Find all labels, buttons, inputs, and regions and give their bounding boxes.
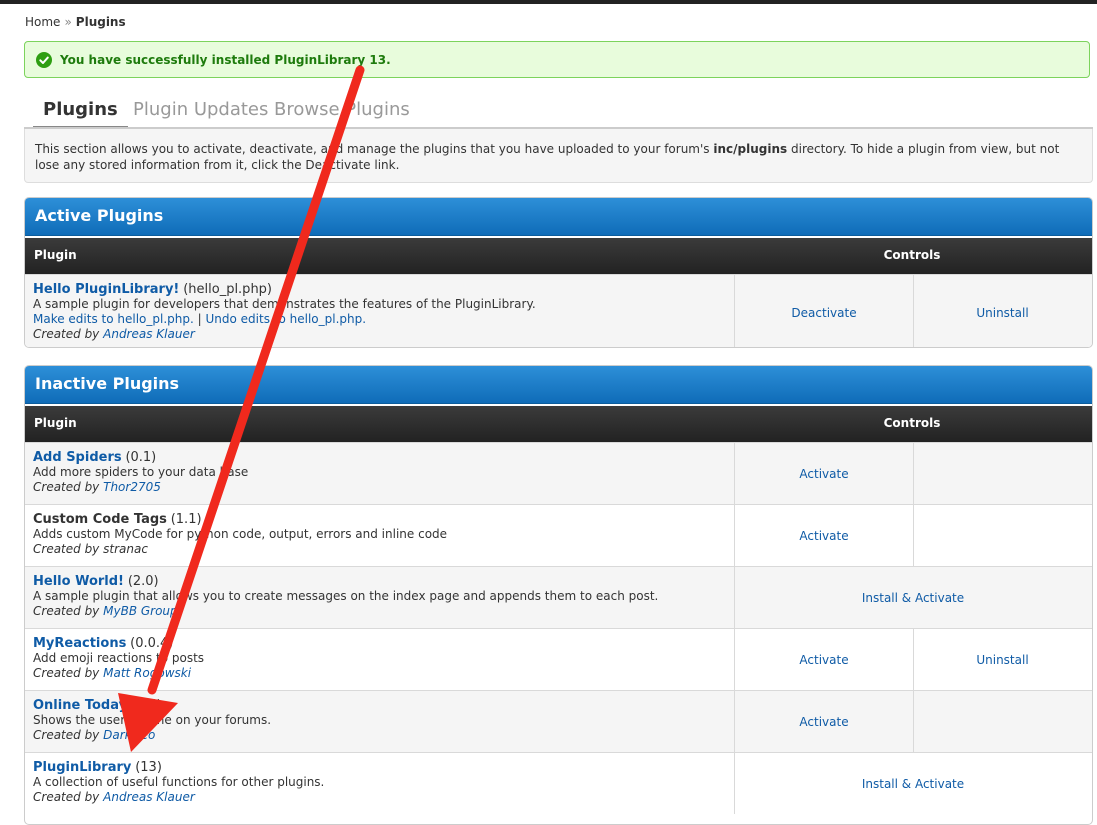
breadcrumb-separator: »: [64, 15, 72, 29]
activate-button[interactable]: Activate: [734, 629, 913, 690]
activate-button[interactable]: Activate: [734, 443, 913, 504]
plugin-row-hello-world: Hello World! (2.0) A sample plugin that …: [25, 566, 1092, 628]
undo-edits-link[interactable]: Undo edits to hello_pl.php.: [206, 312, 367, 326]
plugin-description: A collection of useful functions for oth…: [33, 775, 325, 789]
column-controls: Controls: [883, 248, 941, 262]
inactive-plugins-title: Inactive Plugins: [25, 366, 1092, 404]
empty-control-cell: [913, 505, 1091, 566]
deactivate-button[interactable]: Deactivate: [734, 275, 913, 347]
plugin-version: (13): [135, 760, 162, 775]
activate-button[interactable]: Activate: [734, 691, 913, 752]
plugin-row-pluginlibrary: PluginLibrary (13) A collection of usefu…: [25, 752, 1092, 814]
plugin-row-myreactions: MyReactions (0.0.4) Add emoji reactions …: [25, 628, 1092, 690]
column-controls: Controls: [883, 416, 941, 430]
empty-control-cell: [913, 691, 1091, 752]
install-activate-button[interactable]: Install & Activate: [734, 753, 1091, 814]
check-circle-icon: [36, 51, 52, 68]
breadcrumb-home-link[interactable]: Home: [25, 15, 60, 29]
plugin-row-online-today: Online Today (2.5) Shows the users onlin…: [25, 690, 1092, 752]
plugin-name-link[interactable]: Hello PluginLibrary!: [33, 282, 179, 297]
plugin-description: Add more spiders to your data base: [33, 465, 249, 479]
intro-description: This section allows you to activate, dea…: [24, 129, 1093, 183]
created-by-label: Created by: [33, 666, 100, 680]
author-link[interactable]: MyBB Group: [103, 604, 178, 618]
column-plugin: Plugin: [34, 416, 77, 430]
plugin-version: (0.1): [125, 450, 157, 465]
intro-text-before: This section allows you to activate, dea…: [35, 142, 714, 156]
created-by-label: Created by: [33, 728, 100, 742]
plugin-version: (1.1): [170, 512, 202, 527]
plugin-version: (2.5): [130, 698, 162, 713]
plugin-description: Shows the users online on your forums.: [33, 713, 272, 727]
created-by-label: Created by: [33, 604, 100, 618]
plugin-name-link[interactable]: Online Today: [33, 698, 127, 713]
plugin-description: Adds custom MyCode for python code, outp…: [33, 527, 448, 541]
plugin-name-link[interactable]: PluginLibrary: [33, 760, 131, 775]
success-text: You have successfully installed PluginLi…: [60, 52, 391, 67]
column-plugin: Plugin: [34, 248, 77, 262]
plugin-row-custom-code-tags: Custom Code Tags (1.1) Adds custom MyCod…: [25, 504, 1092, 566]
author-link[interactable]: Andreas Klauer: [103, 327, 195, 341]
plugin-name: Custom Code Tags: [33, 512, 167, 527]
tab-browse-plugins[interactable]: Browse Plugins: [264, 92, 420, 129]
make-edits-link[interactable]: Make edits to hello_pl.php.: [33, 312, 194, 326]
plugin-row-hello-pluginlibrary: Hello PluginLibrary! (hello_pl.php) A sa…: [25, 274, 1092, 347]
tab-plugins[interactable]: Plugins: [33, 92, 128, 129]
breadcrumb-current: Plugins: [75, 15, 126, 29]
plugin-version: (2.0): [127, 574, 159, 589]
intro-dir: inc/plugins: [713, 142, 788, 156]
author-link[interactable]: Andreas Klauer: [103, 790, 195, 804]
author-link[interactable]: Thor2705: [103, 480, 161, 494]
author-name: stranac: [103, 542, 148, 556]
active-column-header: Plugin Controls: [25, 236, 1092, 274]
inactive-plugins-panel: Inactive Plugins Plugin Controls Add Spi…: [24, 365, 1093, 825]
plugin-name-link[interactable]: Add Spiders: [33, 450, 122, 465]
plugin-description: Add emoji reactions to posts: [33, 651, 205, 665]
plugin-description: A sample plugin that allows you to creat…: [33, 589, 659, 603]
plugin-name-link[interactable]: Hello World!: [33, 574, 124, 589]
success-message: You have successfully installed PluginLi…: [24, 41, 1090, 78]
plugin-name-link[interactable]: MyReactions: [33, 636, 126, 651]
created-by-label: Created by: [33, 542, 100, 556]
edit-separator: |: [197, 312, 202, 326]
plugin-version: (hello_pl.php): [183, 282, 273, 297]
tab-bar: Plugins Plugin Updates Browse Plugins: [24, 92, 1093, 129]
created-by-label: Created by: [33, 790, 100, 804]
install-activate-button[interactable]: Install & Activate: [734, 567, 1091, 628]
plugin-version: (0.0.4): [130, 636, 174, 651]
author-link[interactable]: Matt Rogowski: [103, 666, 191, 680]
tab-plugin-updates[interactable]: Plugin Updates: [123, 92, 278, 129]
plugin-info: Hello PluginLibrary! (hello_pl.php) A sa…: [33, 282, 733, 342]
inactive-column-header: Plugin Controls: [25, 404, 1092, 442]
created-by-label: Created by: [33, 480, 100, 494]
empty-control-cell: [913, 443, 1091, 504]
active-plugins-title: Active Plugins: [25, 198, 1092, 236]
uninstall-button[interactable]: Uninstall: [913, 275, 1091, 347]
plugin-description: A sample plugin for developers that demo…: [33, 297, 536, 311]
uninstall-button[interactable]: Uninstall: [913, 629, 1091, 690]
activate-button[interactable]: Activate: [734, 505, 913, 566]
top-bar: [0, 0, 1097, 4]
active-plugins-panel: Active Plugins Plugin Controls Hello Plu…: [24, 197, 1093, 348]
plugin-row-add-spiders: Add Spiders (0.1) Add more spiders to yo…: [25, 442, 1092, 504]
breadcrumb: Home » Plugins: [25, 15, 126, 29]
created-by-label: Created by: [33, 327, 100, 341]
author-link[interactable]: DarkNeo: [103, 728, 155, 742]
